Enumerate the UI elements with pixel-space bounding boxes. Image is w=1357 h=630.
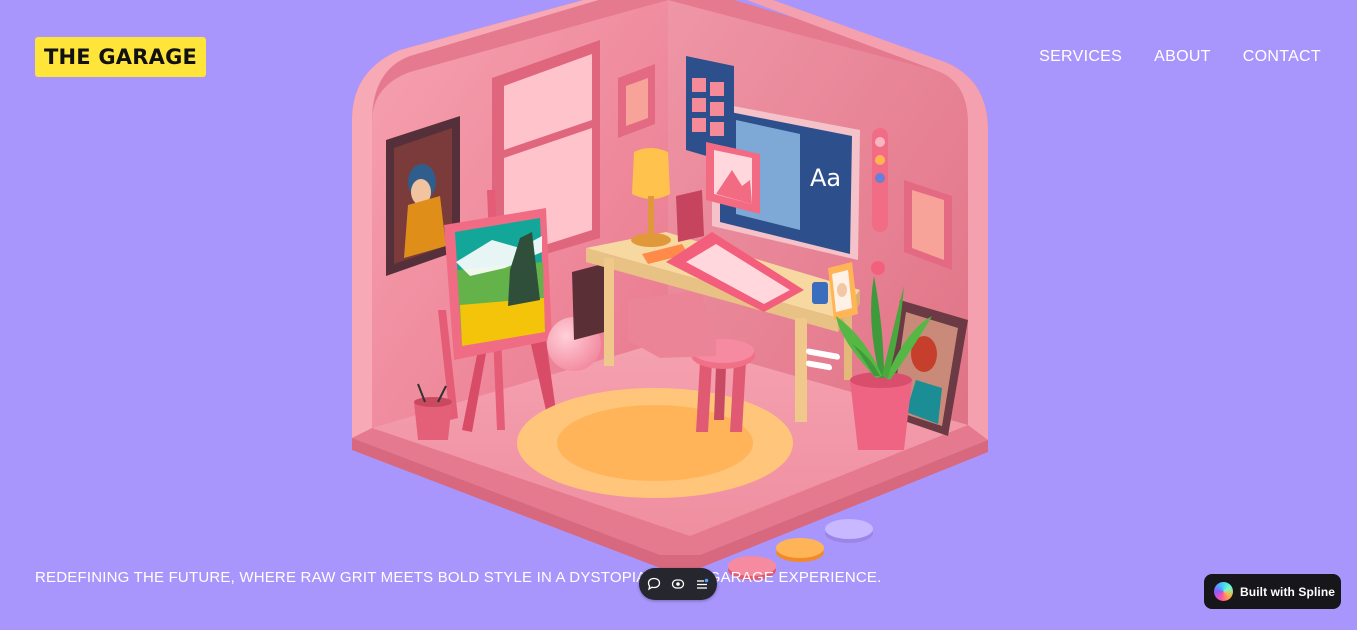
spline-logo-icon — [1214, 582, 1233, 601]
floating-toolbar — [639, 568, 717, 600]
nav-about-link[interactable]: ABOUT — [1154, 48, 1211, 66]
comment-icon[interactable] — [645, 575, 663, 593]
top-navigation: SERVICES ABOUT CONTACT — [1039, 48, 1321, 66]
site-logo[interactable]: THE GARAGE — [35, 37, 207, 77]
isometric-room-scene[interactable]: Aa — [0, 0, 1357, 630]
wall-slider — [872, 128, 888, 232]
monitor-font-glyph: Aa — [810, 164, 841, 192]
heart-sticker — [871, 261, 885, 275]
eye-icon[interactable] — [669, 575, 687, 593]
list-icon[interactable] — [693, 575, 711, 593]
hero-tagline: REDEFINING THE FUTURE, WHERE RAW GRIT ME… — [35, 569, 882, 586]
badge-label: Built with Spline — [1240, 584, 1336, 599]
nav-services-link[interactable]: SERVICES — [1039, 48, 1122, 66]
pen-holder — [812, 282, 828, 304]
built-with-spline-badge[interactable]: Built with Spline — [1204, 574, 1341, 609]
round-rug — [517, 388, 793, 498]
nav-contact-link[interactable]: CONTACT — [1243, 48, 1321, 66]
